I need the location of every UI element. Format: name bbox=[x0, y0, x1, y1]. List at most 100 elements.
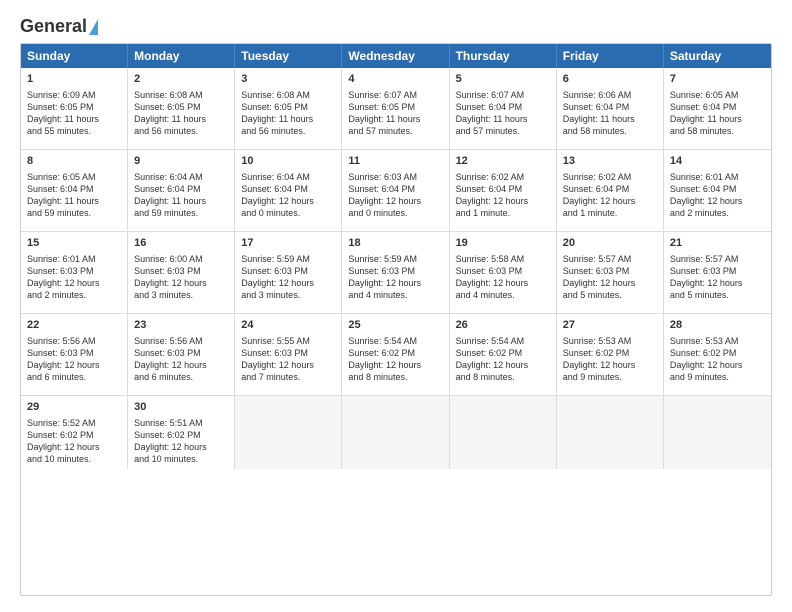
calendar-cell-16: 16 Sunrise: 6:00 AMSunset: 6:03 PMDayligh… bbox=[128, 232, 235, 313]
day-header-tuesday: Tuesday bbox=[235, 44, 342, 68]
calendar-cell-2: 2 Sunrise: 6:08 AMSunset: 6:05 PMDaylight… bbox=[128, 68, 235, 149]
day-number: 19 bbox=[456, 236, 550, 251]
calendar-cell-27: 27 Sunrise: 5:53 AMSunset: 6:02 PMDayligh… bbox=[557, 314, 664, 395]
day-number: 20 bbox=[563, 236, 657, 251]
day-number: 25 bbox=[348, 318, 442, 333]
day-header-thursday: Thursday bbox=[450, 44, 557, 68]
day-text: Sunrise: 5:53 AMSunset: 6:02 PMDaylight:… bbox=[563, 336, 636, 382]
calendar-cell-18: 18 Sunrise: 5:59 AMSunset: 6:03 PMDayligh… bbox=[342, 232, 449, 313]
calendar-week-4: 22 Sunrise: 5:56 AMSunset: 6:03 PMDayligh… bbox=[21, 314, 771, 396]
day-number: 26 bbox=[456, 318, 550, 333]
logo-general: General bbox=[20, 16, 87, 37]
day-text: Sunrise: 6:08 AMSunset: 6:05 PMDaylight:… bbox=[134, 90, 206, 136]
day-header-friday: Friday bbox=[557, 44, 664, 68]
calendar-cell-5: 5 Sunrise: 6:07 AMSunset: 6:04 PMDaylight… bbox=[450, 68, 557, 149]
day-text: Sunrise: 6:05 AMSunset: 6:04 PMDaylight:… bbox=[670, 90, 742, 136]
calendar-cell-empty bbox=[235, 396, 342, 469]
calendar-cell-29: 29 Sunrise: 5:52 AMSunset: 6:02 PMDayligh… bbox=[21, 396, 128, 469]
calendar-cell-23: 23 Sunrise: 5:56 AMSunset: 6:03 PMDayligh… bbox=[128, 314, 235, 395]
day-number: 15 bbox=[27, 236, 121, 251]
day-text: Sunrise: 5:52 AMSunset: 6:02 PMDaylight:… bbox=[27, 418, 100, 464]
day-number: 23 bbox=[134, 318, 228, 333]
day-number: 4 bbox=[348, 72, 442, 87]
calendar-header: SundayMondayTuesdayWednesdayThursdayFrid… bbox=[21, 44, 771, 68]
day-text: Sunrise: 6:02 AMSunset: 6:04 PMDaylight:… bbox=[563, 172, 636, 218]
calendar-cell-30: 30 Sunrise: 5:51 AMSunset: 6:02 PMDayligh… bbox=[128, 396, 235, 469]
day-number: 3 bbox=[241, 72, 335, 87]
day-number: 27 bbox=[563, 318, 657, 333]
calendar-cell-19: 19 Sunrise: 5:58 AMSunset: 6:03 PMDayligh… bbox=[450, 232, 557, 313]
day-text: Sunrise: 5:59 AMSunset: 6:03 PMDaylight:… bbox=[348, 254, 421, 300]
day-text: Sunrise: 6:08 AMSunset: 6:05 PMDaylight:… bbox=[241, 90, 313, 136]
logo-arrow-icon bbox=[89, 19, 98, 35]
calendar-cell-17: 17 Sunrise: 5:59 AMSunset: 6:03 PMDayligh… bbox=[235, 232, 342, 313]
calendar-cell-11: 11 Sunrise: 6:03 AMSunset: 6:04 PMDayligh… bbox=[342, 150, 449, 231]
day-text: Sunrise: 6:07 AMSunset: 6:04 PMDaylight:… bbox=[456, 90, 528, 136]
calendar-cell-3: 3 Sunrise: 6:08 AMSunset: 6:05 PMDaylight… bbox=[235, 68, 342, 149]
day-number: 6 bbox=[563, 72, 657, 87]
day-number: 5 bbox=[456, 72, 550, 87]
day-text: Sunrise: 6:04 AMSunset: 6:04 PMDaylight:… bbox=[241, 172, 314, 218]
day-number: 21 bbox=[670, 236, 765, 251]
day-text: Sunrise: 5:57 AMSunset: 6:03 PMDaylight:… bbox=[563, 254, 636, 300]
calendar-cell-empty bbox=[557, 396, 664, 469]
day-number: 29 bbox=[27, 400, 121, 415]
day-number: 16 bbox=[134, 236, 228, 251]
calendar-cell-empty bbox=[342, 396, 449, 469]
day-number: 10 bbox=[241, 154, 335, 169]
day-text: Sunrise: 5:51 AMSunset: 6:02 PMDaylight:… bbox=[134, 418, 207, 464]
calendar-cell-13: 13 Sunrise: 6:02 AMSunset: 6:04 PMDayligh… bbox=[557, 150, 664, 231]
calendar-cell-26: 26 Sunrise: 5:54 AMSunset: 6:02 PMDayligh… bbox=[450, 314, 557, 395]
calendar-cell-7: 7 Sunrise: 6:05 AMSunset: 6:04 PMDaylight… bbox=[664, 68, 771, 149]
day-number: 1 bbox=[27, 72, 121, 87]
day-text: Sunrise: 5:59 AMSunset: 6:03 PMDaylight:… bbox=[241, 254, 314, 300]
calendar-cell-10: 10 Sunrise: 6:04 AMSunset: 6:04 PMDayligh… bbox=[235, 150, 342, 231]
day-text: Sunrise: 6:01 AMSunset: 6:04 PMDaylight:… bbox=[670, 172, 743, 218]
day-text: Sunrise: 5:54 AMSunset: 6:02 PMDaylight:… bbox=[348, 336, 421, 382]
day-text: Sunrise: 6:03 AMSunset: 6:04 PMDaylight:… bbox=[348, 172, 421, 218]
calendar-cell-20: 20 Sunrise: 5:57 AMSunset: 6:03 PMDayligh… bbox=[557, 232, 664, 313]
day-text: Sunrise: 6:00 AMSunset: 6:03 PMDaylight:… bbox=[134, 254, 207, 300]
day-number: 9 bbox=[134, 154, 228, 169]
day-number: 2 bbox=[134, 72, 228, 87]
day-header-monday: Monday bbox=[128, 44, 235, 68]
calendar-body: 1 Sunrise: 6:09 AMSunset: 6:05 PMDaylight… bbox=[21, 68, 771, 469]
day-text: Sunrise: 5:57 AMSunset: 6:03 PMDaylight:… bbox=[670, 254, 743, 300]
calendar-week-3: 15 Sunrise: 6:01 AMSunset: 6:03 PMDayligh… bbox=[21, 232, 771, 314]
day-text: Sunrise: 6:09 AMSunset: 6:05 PMDaylight:… bbox=[27, 90, 99, 136]
calendar-week-2: 8 Sunrise: 6:05 AMSunset: 6:04 PMDaylight… bbox=[21, 150, 771, 232]
calendar-cell-15: 15 Sunrise: 6:01 AMSunset: 6:03 PMDayligh… bbox=[21, 232, 128, 313]
calendar-cell-28: 28 Sunrise: 5:53 AMSunset: 6:02 PMDayligh… bbox=[664, 314, 771, 395]
day-text: Sunrise: 5:56 AMSunset: 6:03 PMDaylight:… bbox=[27, 336, 100, 382]
day-header-wednesday: Wednesday bbox=[342, 44, 449, 68]
day-text: Sunrise: 5:56 AMSunset: 6:03 PMDaylight:… bbox=[134, 336, 207, 382]
day-number: 28 bbox=[670, 318, 765, 333]
calendar-cell-25: 25 Sunrise: 5:54 AMSunset: 6:02 PMDayligh… bbox=[342, 314, 449, 395]
calendar-cell-4: 4Sunrise: 6:07 AMSunset: 6:05 PMDaylight… bbox=[342, 68, 449, 149]
day-text: Sunrise: 6:05 AMSunset: 6:04 PMDaylight:… bbox=[27, 172, 99, 218]
calendar-cell-empty bbox=[450, 396, 557, 469]
day-number: 7 bbox=[670, 72, 765, 87]
day-text: Sunrise: 5:55 AMSunset: 6:03 PMDaylight:… bbox=[241, 336, 314, 382]
day-text: Sunrise: 6:01 AMSunset: 6:03 PMDaylight:… bbox=[27, 254, 100, 300]
day-number: 24 bbox=[241, 318, 335, 333]
calendar-cell-24: 24 Sunrise: 5:55 AMSunset: 6:03 PMDayligh… bbox=[235, 314, 342, 395]
day-number: 18 bbox=[348, 236, 442, 251]
day-number: 17 bbox=[241, 236, 335, 251]
calendar-cell-6: 6Sunrise: 6:06 AMSunset: 6:04 PMDaylight… bbox=[557, 68, 664, 149]
day-number: 8 bbox=[27, 154, 121, 169]
day-text: Sunrise: 5:58 AMSunset: 6:03 PMDaylight:… bbox=[456, 254, 529, 300]
day-number: 14 bbox=[670, 154, 765, 169]
calendar-cell-21: 21 Sunrise: 5:57 AMSunset: 6:03 PMDayligh… bbox=[664, 232, 771, 313]
day-number: 12 bbox=[456, 154, 550, 169]
day-number: 13 bbox=[563, 154, 657, 169]
calendar-week-1: 1 Sunrise: 6:09 AMSunset: 6:05 PMDaylight… bbox=[21, 68, 771, 150]
day-number: 11 bbox=[348, 154, 442, 169]
day-number: 22 bbox=[27, 318, 121, 333]
day-text: Sunrise: 5:54 AMSunset: 6:02 PMDaylight:… bbox=[456, 336, 529, 382]
day-header-sunday: Sunday bbox=[21, 44, 128, 68]
day-text: Sunrise: 5:53 AMSunset: 6:02 PMDaylight:… bbox=[670, 336, 743, 382]
calendar-week-5: 29 Sunrise: 5:52 AMSunset: 6:02 PMDayligh… bbox=[21, 396, 771, 469]
day-number: 30 bbox=[134, 400, 228, 415]
day-header-saturday: Saturday bbox=[664, 44, 771, 68]
